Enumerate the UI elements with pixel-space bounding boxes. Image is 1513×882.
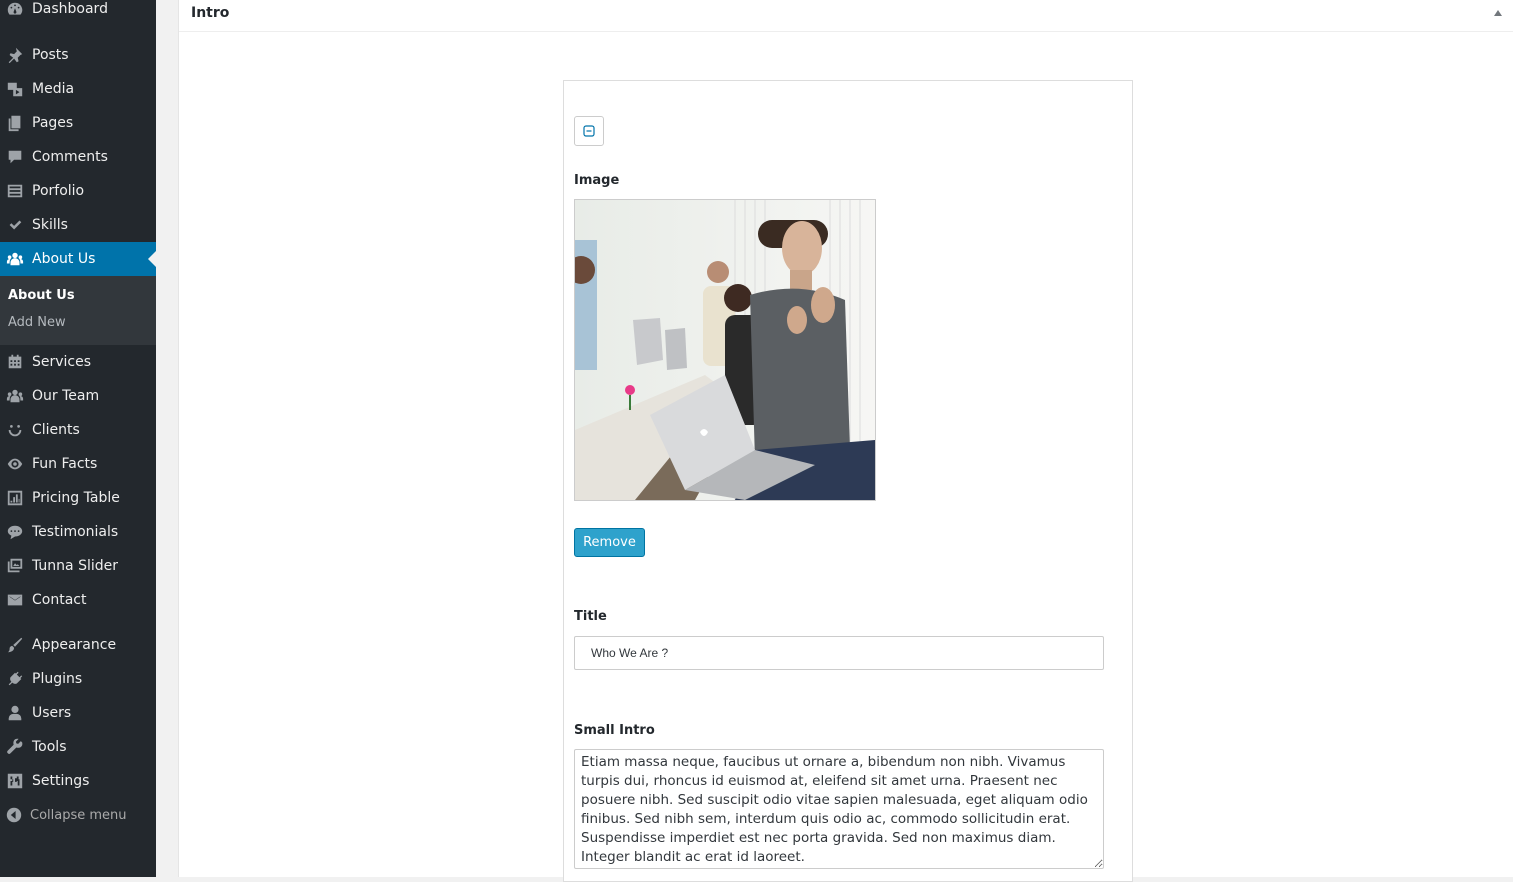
menu-item-tunna-slider[interactable]: Tunna Slider: [0, 549, 156, 583]
settings-icon: [5, 771, 25, 791]
menu-label: Testimonials: [32, 524, 119, 540]
checkmark-icon: [5, 215, 25, 235]
pushpin-icon: [5, 45, 25, 65]
menu-item-about-us[interactable]: About Us: [0, 242, 156, 276]
menu-item-dashboard[interactable]: Dashboard: [0, 0, 156, 26]
pages-icon: [5, 113, 25, 133]
eye-icon: [5, 454, 25, 474]
menu-item-pricing-table[interactable]: Pricing Table: [0, 481, 156, 515]
menu-item-porfolio[interactable]: Porfolio: [0, 174, 156, 208]
menu-item-pages[interactable]: Pages: [0, 106, 156, 140]
groups-icon: [5, 386, 25, 406]
menu-label: Pricing Table: [32, 490, 120, 506]
calendar-icon: [5, 352, 25, 372]
collapse-menu-button[interactable]: Collapse menu: [0, 804, 156, 826]
menu-item-fun-facts[interactable]: Fun Facts: [0, 447, 156, 481]
menu-label: Settings: [32, 773, 90, 789]
menu-label: About Us: [32, 251, 96, 267]
about-us-submenu: About Us Add New: [0, 276, 156, 345]
metabox-title: Intro: [191, 5, 230, 21]
admin-sidebar: Dashboard Posts Media Pages Comments Por…: [0, 0, 156, 877]
menu-label: Contact: [32, 592, 87, 608]
menu-label: Posts: [32, 47, 69, 63]
comment-icon: [5, 147, 25, 167]
menu-label: Plugins: [32, 671, 83, 687]
toggle-arrow-icon[interactable]: [1494, 10, 1502, 16]
menu-label: Appearance: [32, 637, 117, 653]
menu-label: Our Team: [32, 388, 100, 404]
list-icon: [5, 181, 25, 201]
menu-label: Users: [32, 705, 72, 721]
title-input[interactable]: [574, 636, 1104, 670]
menu-item-settings[interactable]: Settings: [0, 764, 156, 798]
menu-label: Fun Facts: [32, 456, 98, 472]
menu-label: Services: [32, 354, 92, 370]
smiley-icon: [5, 420, 25, 440]
envelope-icon: [5, 590, 25, 610]
metabox-header[interactable]: Intro: [179, 0, 1513, 32]
minus-box-icon: [583, 125, 595, 137]
menu-item-plugins[interactable]: Plugins: [0, 662, 156, 696]
chart-icon: [5, 488, 25, 508]
title-label: Title: [574, 609, 607, 624]
plug-icon: [5, 669, 25, 689]
menu-label: Tools: [32, 739, 67, 755]
media-icon: [5, 79, 25, 99]
menu-label: Dashboard: [32, 1, 108, 17]
groups-icon: [5, 249, 25, 269]
field-group: Image Remove Title Who We Are ? Small In…: [563, 80, 1133, 882]
user-icon: [5, 703, 25, 723]
speech-bubble-icon: [5, 522, 25, 542]
gallery-icon: [5, 556, 25, 576]
dashboard-icon: [5, 0, 25, 19]
menu-item-clients[interactable]: Clients: [0, 413, 156, 447]
menu-item-users[interactable]: Users: [0, 696, 156, 730]
collapse-arrow-icon: [6, 807, 22, 823]
menu-item-posts[interactable]: Posts: [0, 38, 156, 72]
menu-item-services[interactable]: Services: [0, 345, 156, 379]
intro-metabox: Intro Image Remove Title Who We Are ? Sm…: [178, 0, 1513, 882]
menu-label: Skills: [32, 217, 68, 233]
wrench-icon: [5, 737, 25, 757]
small-intro-label: Small Intro: [574, 723, 655, 738]
menu-label: Porfolio: [32, 183, 85, 199]
menu-label: Comments: [32, 149, 108, 165]
menu-label: Pages: [32, 115, 74, 131]
menu-label: Tunna Slider: [32, 558, 118, 574]
menu-label: Media: [32, 81, 75, 97]
menu-item-comments[interactable]: Comments: [0, 140, 156, 174]
menu-item-appearance[interactable]: Appearance: [0, 628, 156, 662]
menu-item-skills[interactable]: Skills: [0, 208, 156, 242]
collapse-menu-label: Collapse menu: [30, 807, 127, 823]
submenu-item-about-us[interactable]: About Us: [8, 288, 75, 303]
collapse-group-button[interactable]: [574, 116, 604, 146]
paintbrush-icon: [5, 635, 25, 655]
remove-image-button[interactable]: Remove: [574, 528, 645, 557]
small-intro-textarea[interactable]: Etiam massa neque, faucibus ut ornare a,…: [574, 749, 1104, 869]
menu-item-contact[interactable]: Contact: [0, 583, 156, 617]
menu-item-testimonials[interactable]: Testimonials: [0, 515, 156, 549]
menu-item-media[interactable]: Media: [0, 72, 156, 106]
submenu-item-add-new[interactable]: Add New: [8, 315, 66, 330]
image-label: Image: [574, 173, 620, 188]
menu-item-tools[interactable]: Tools: [0, 730, 156, 764]
menu-item-our-team[interactable]: Our Team: [0, 379, 156, 413]
image-preview: [574, 199, 876, 501]
menu-label: Clients: [32, 422, 80, 438]
